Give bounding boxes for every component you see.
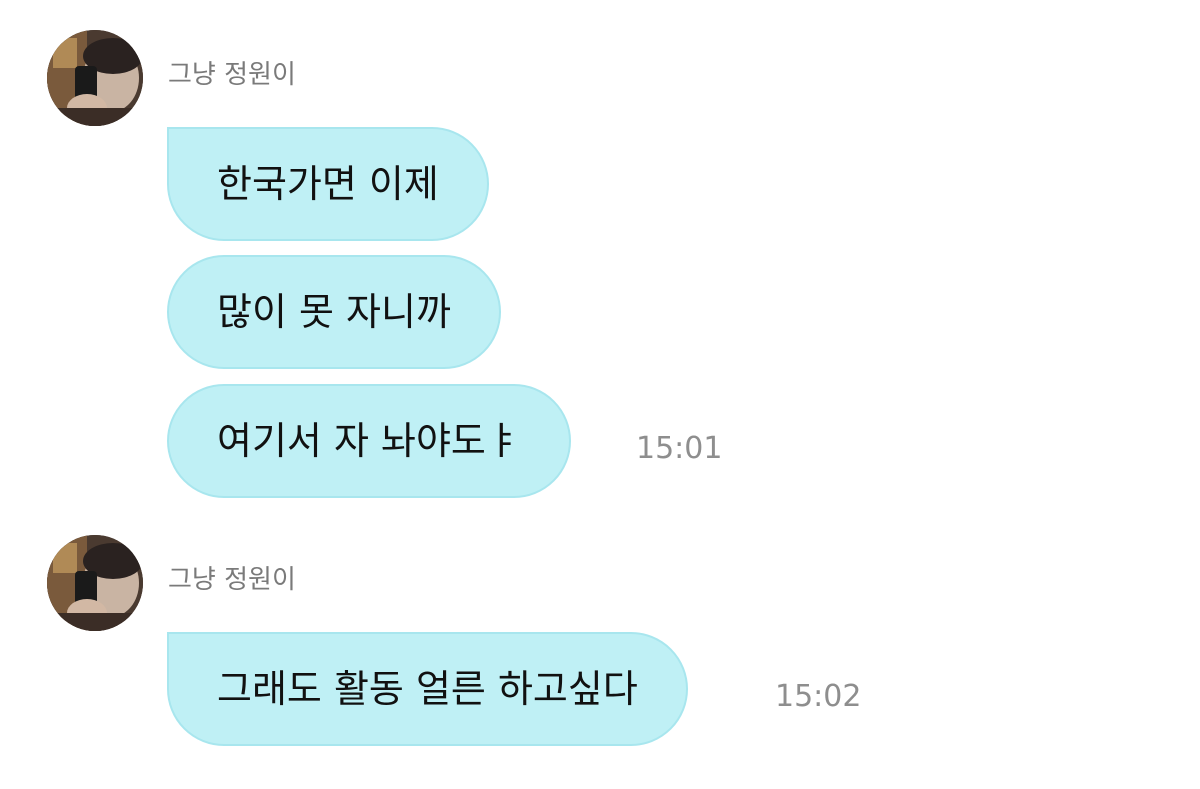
message-timestamp: 15:02 — [775, 679, 862, 714]
message-bubble[interactable]: 많이 못 자니까 — [167, 255, 501, 369]
message-bubble[interactable]: 여기서 자 놔야도ㅑ — [167, 384, 571, 498]
profile-photo-icon — [47, 535, 143, 631]
sender-name: 그냥 정원이 — [168, 565, 296, 595]
profile-photo-icon — [47, 30, 143, 126]
message-timestamp: 15:01 — [636, 431, 723, 466]
message-bubble[interactable]: 한국가면 이제 — [167, 127, 489, 241]
avatar[interactable] — [47, 30, 143, 126]
sender-name: 그냥 정원이 — [168, 60, 296, 90]
message-bubble[interactable]: 그래도 활동 얼른 하고싶다 — [167, 632, 688, 746]
avatar[interactable] — [47, 535, 143, 631]
